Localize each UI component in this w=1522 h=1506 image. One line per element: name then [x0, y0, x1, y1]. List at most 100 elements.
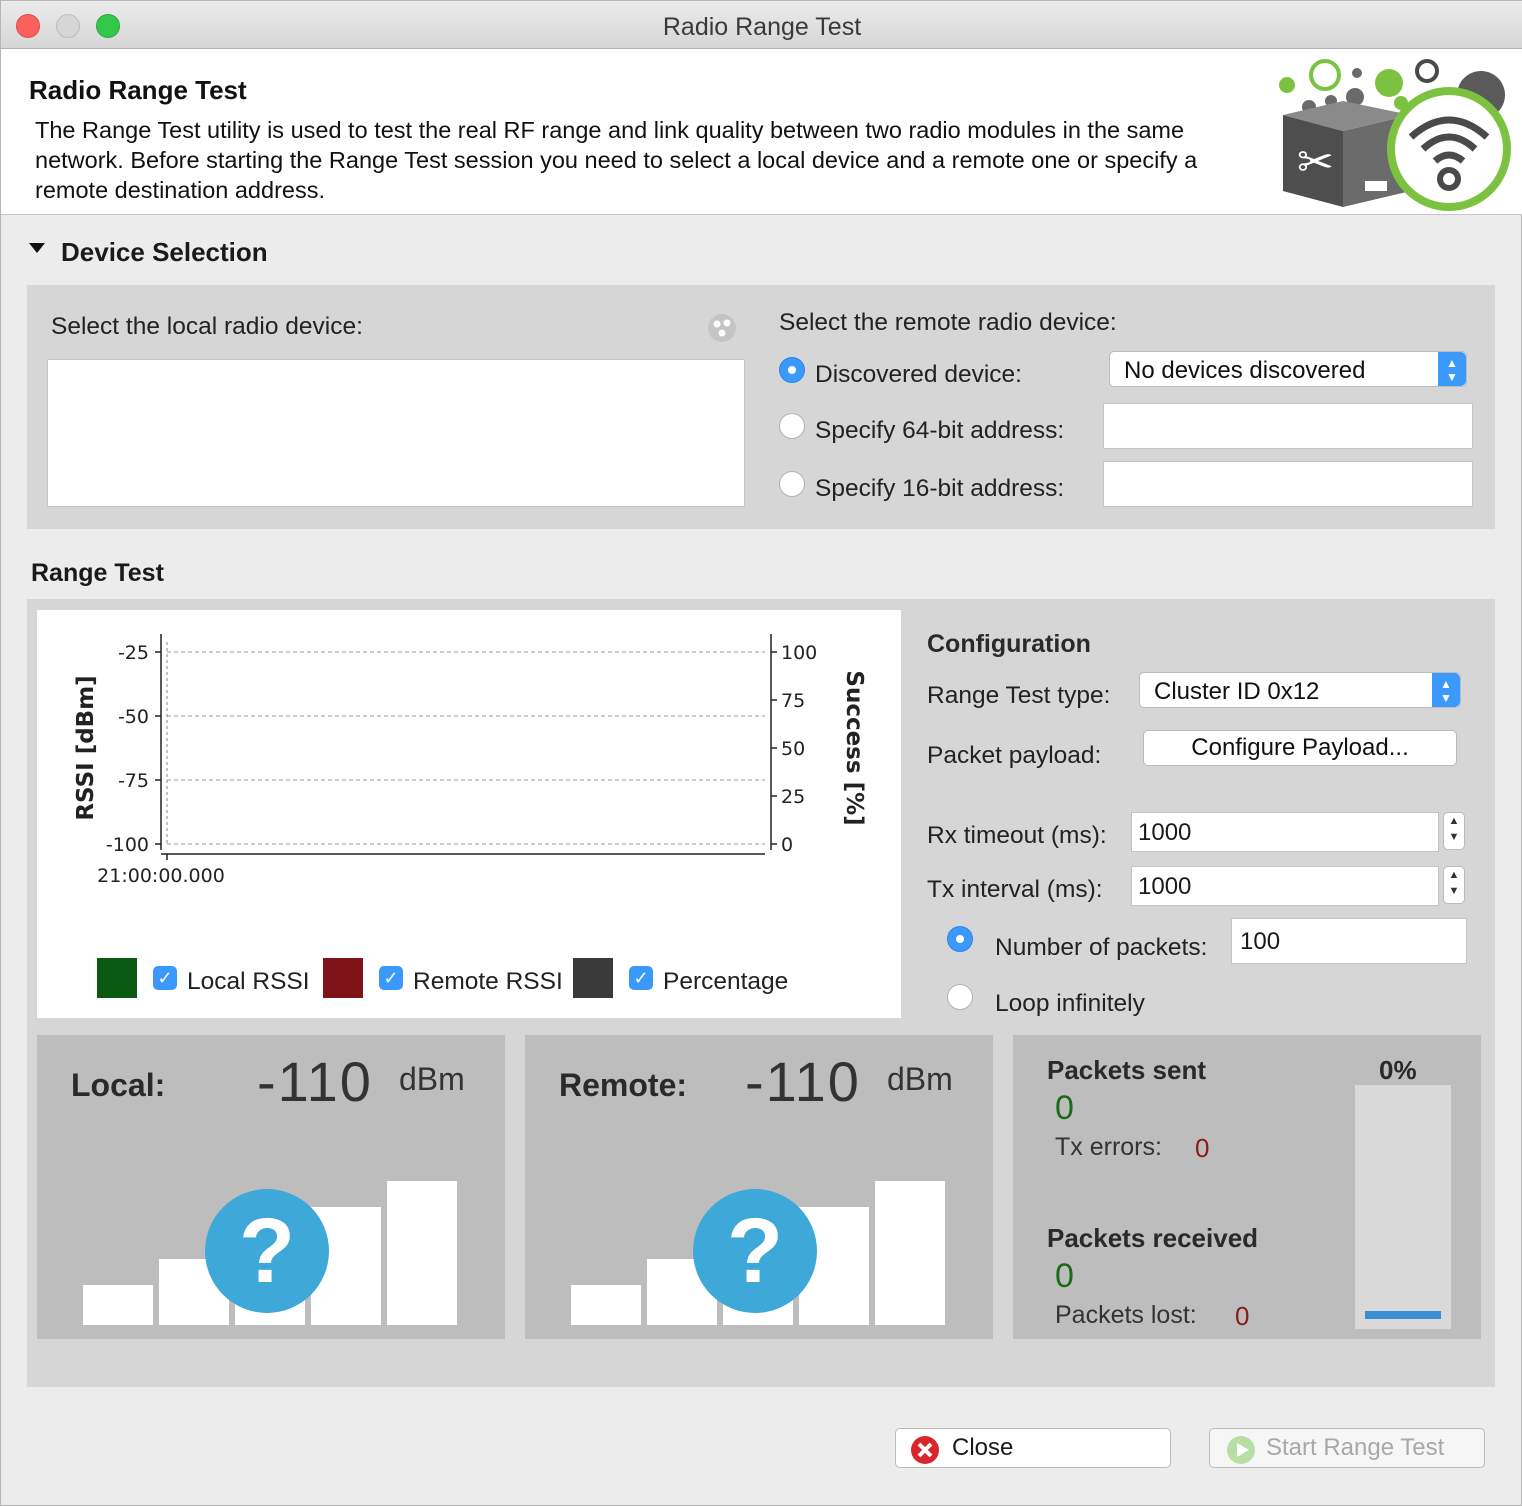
tx-errors-label: Tx errors: — [1055, 1133, 1162, 1161]
address-16-field[interactable] — [1103, 461, 1473, 507]
y2-tick-label: 50 — [781, 738, 805, 760]
discovered-device-radio[interactable] — [779, 357, 805, 383]
discovered-device-select[interactable]: No devices discovered ▲ ▼ — [1109, 351, 1467, 387]
address-64-radio[interactable] — [779, 413, 805, 439]
device-selection-panel: Select the local radio device: Select th… — [27, 285, 1495, 529]
range-test-title: Range Test — [31, 559, 164, 587]
local-rssi-unit: dBm — [399, 1061, 465, 1097]
device-selection-title: Device Selection — [61, 237, 268, 267]
remote-rssi-swatch — [323, 958, 363, 998]
signal-bar-5 — [387, 1181, 457, 1325]
local-rssi-checkbox[interactable]: ✓ — [153, 966, 177, 990]
y2-tick-label: 0 — [781, 834, 793, 856]
local-rssi-swatch — [97, 958, 137, 998]
page-description: The Range Test utility is used to test t… — [35, 117, 1198, 201]
local-rssi-legend-label: Local RSSI — [187, 968, 310, 995]
range-test-type-select[interactable]: Cluster ID 0x12 ▲ ▼ — [1139, 672, 1461, 708]
remote-rssi-unit: dBm — [887, 1061, 953, 1097]
tx-interval-field[interactable]: 1000 — [1131, 866, 1439, 906]
remote-rssi-legend-label: Remote RSSI — [413, 968, 563, 995]
range-test-type-value: Cluster ID 0x12 — [1154, 678, 1320, 705]
y2-tick-label: 75 — [781, 690, 805, 712]
local-signal-label: Local: — [71, 1067, 166, 1103]
range-test-type-label: Range Test type: — [927, 682, 1111, 709]
y2-axis-label: Success [%] — [841, 670, 867, 825]
address-16-radio[interactable] — [779, 471, 805, 497]
number-of-packets-field[interactable]: 100 — [1231, 918, 1467, 964]
tx-interval-label: Tx interval (ms): — [927, 876, 1103, 903]
y-tick-label: -100 — [106, 834, 149, 856]
svg-text:✂: ✂ — [1297, 137, 1334, 188]
remote-signal-panel: Remote: -110 dBm ? — [525, 1035, 993, 1339]
discovered-device-label: Discovered device: — [815, 361, 1022, 388]
close-error-icon — [911, 1436, 939, 1464]
tx-interval-stepper[interactable]: ▲ ▼ — [1443, 866, 1465, 904]
x-tick-label: 21:00:00.000 — [97, 865, 225, 887]
remote-device-label: Select the remote radio device: — [779, 309, 1117, 336]
chevron-up-down-icon: ▲ ▼ — [1438, 352, 1466, 386]
header-banner: Radio Range Test The Range Test utility … — [1, 49, 1522, 215]
unknown-signal-question-icon: ? — [693, 1189, 817, 1313]
signal-bar-1 — [571, 1285, 641, 1325]
y-tick-label: -75 — [118, 770, 149, 792]
success-progress-bar — [1355, 1085, 1451, 1329]
number-of-packets-radio[interactable] — [947, 926, 973, 952]
packets-sent-label: Packets sent — [1047, 1055, 1206, 1085]
close-button[interactable]: Close — [895, 1428, 1171, 1468]
unknown-signal-question-icon: ? — [205, 1189, 329, 1313]
configure-payload-button[interactable]: Configure Payload... — [1143, 730, 1457, 766]
packets-sent-value: 0 — [1055, 1089, 1074, 1127]
percentage-swatch — [573, 958, 613, 998]
rx-timeout-label: Rx timeout (ms): — [927, 822, 1107, 849]
chevron-up-down-icon: ▲ ▼ — [1432, 673, 1460, 707]
loop-infinitely-radio[interactable] — [947, 984, 973, 1010]
signal-bar-5 — [875, 1181, 945, 1325]
y-tick-label: -25 — [118, 642, 149, 664]
remote-signal-label: Remote: — [559, 1067, 688, 1103]
y2-tick-label: 100 — [781, 642, 817, 664]
success-percent-label: 0% — [1379, 1055, 1417, 1085]
percentage-checkbox[interactable]: ✓ — [629, 966, 653, 990]
range-test-chart: -25 -50 -75 -100 100 75 50 25 0 21:00:00.000 RSSI … — [37, 610, 901, 1018]
remote-rssi-checkbox[interactable]: ✓ — [379, 966, 403, 990]
packet-stats-panel: Packets sent 0 Tx errors: 0 Packets rece… — [1013, 1035, 1481, 1339]
close-button-label: Close — [952, 1434, 1014, 1461]
packets-received-value: 0 — [1055, 1257, 1074, 1295]
signal-bar-1 — [83, 1285, 153, 1325]
percentage-legend-label: Percentage — [663, 968, 789, 995]
packets-lost-label: Packets lost: — [1055, 1301, 1197, 1329]
packet-payload-label: Packet payload: — [927, 742, 1102, 769]
discover-devices-icon[interactable] — [707, 313, 737, 343]
discovered-device-select-value: No devices discovered — [1124, 357, 1366, 384]
play-icon — [1227, 1436, 1255, 1464]
address-64-label: Specify 64-bit address: — [815, 417, 1065, 444]
page-title: Radio Range Test — [29, 75, 247, 105]
y-tick-label: -50 — [118, 706, 149, 728]
configuration-panel: Configuration Range Test type: Cluster I… — [907, 610, 1485, 1018]
number-of-packets-label: Number of packets: — [995, 934, 1208, 961]
device-selection-disclosure-icon[interactable] — [29, 243, 45, 253]
rssi-chart-plot: -25 -50 -75 -100 100 75 50 25 0 21:00:00.000 RSSI … — [73, 634, 867, 887]
y2-tick-label: 25 — [781, 786, 805, 808]
address-64-field[interactable] — [1103, 403, 1473, 449]
loop-infinitely-label: Loop infinitely — [995, 990, 1145, 1017]
range-test-logo-icon: ✂ — [1279, 59, 1511, 211]
packets-received-label: Packets received — [1047, 1223, 1259, 1253]
address-16-label: Specify 16-bit address: — [815, 475, 1065, 502]
configuration-title: Configuration — [927, 630, 1091, 658]
window-title: Radio Range Test — [662, 13, 862, 41]
local-signal-panel: Local: -110 dBm ? — [37, 1035, 505, 1339]
title-bar[interactable]: Radio Range Test — [1, 1, 1522, 49]
y-axis-label: RSSI [dBm] — [73, 675, 99, 820]
start-range-test-button[interactable]: Start Range Test — [1209, 1428, 1485, 1468]
range-test-window: Radio Range Test Radio Range Test The Ra… — [0, 0, 1522, 1506]
rx-timeout-field[interactable]: 1000 — [1131, 812, 1439, 852]
local-device-label: Select the local radio device: — [51, 313, 363, 340]
packets-lost-value: 0 — [1235, 1301, 1250, 1331]
rx-timeout-stepper[interactable]: ▲ ▼ — [1443, 812, 1465, 850]
local-rssi-value: -110 — [257, 1050, 373, 1113]
success-progress-fill — [1365, 1311, 1441, 1319]
remote-rssi-value: -110 — [745, 1050, 861, 1113]
local-device-list[interactable] — [47, 359, 745, 507]
start-range-test-label: Start Range Test — [1266, 1434, 1445, 1461]
